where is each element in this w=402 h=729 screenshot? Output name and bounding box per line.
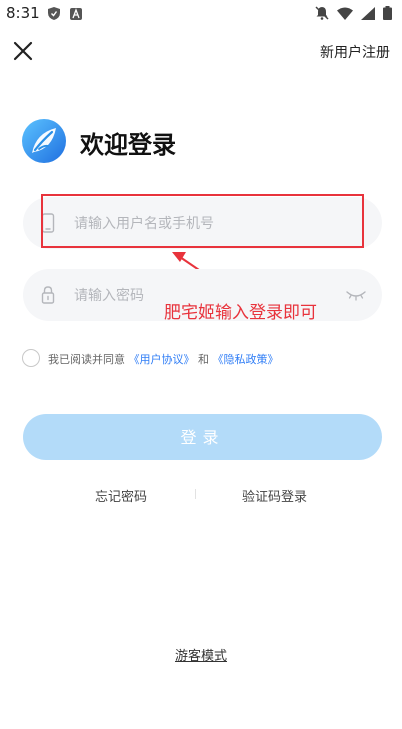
link-divider: [195, 489, 196, 499]
forgot-password-link[interactable]: 忘记密码: [95, 486, 147, 505]
sms-login-link[interactable]: 验证码登录: [242, 486, 307, 505]
login-button[interactable]: 登录: [23, 414, 382, 460]
user-agreement-link[interactable]: 《用户协议》: [129, 353, 195, 366]
annotation-text: 肥宅姬输入登录即可: [164, 303, 317, 323]
agreement-conjunction: 和: [198, 353, 209, 366]
lock-icon: [41, 286, 55, 304]
agreement-checkbox[interactable]: [22, 349, 40, 367]
privacy-policy-link[interactable]: 《隐私政策》: [213, 353, 279, 366]
agreement-prefix: 我已阅读并同意: [48, 353, 125, 366]
eye-closed-icon[interactable]: [346, 287, 366, 301]
agreement-text: 我已阅读并同意 《用户协议》 和 《隐私政策》: [48, 351, 279, 367]
guest-mode-link[interactable]: 游客模式: [175, 645, 227, 664]
